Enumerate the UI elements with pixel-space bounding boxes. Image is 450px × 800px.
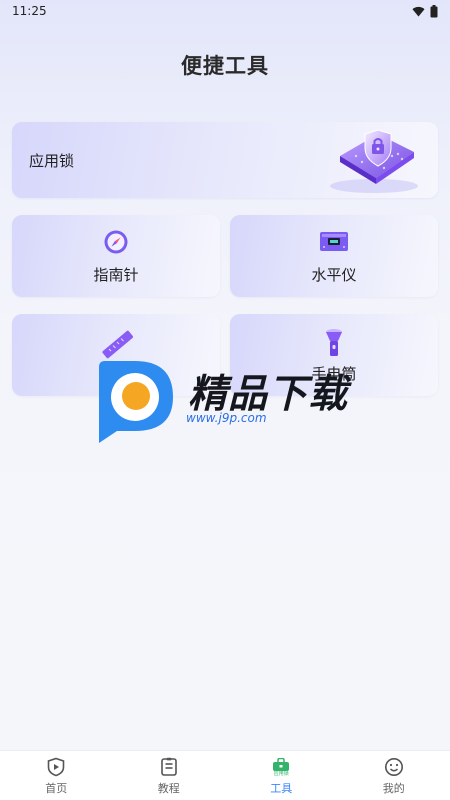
document-icon <box>159 757 179 781</box>
bottom-tab-bar: 首页 教程 应用锁 工具 我的 <box>0 750 450 800</box>
tab-label: 首页 <box>45 782 68 795</box>
status-icons <box>412 4 438 18</box>
tab-label: 我的 <box>382 782 405 795</box>
tool-card-label: 水平仪 <box>311 266 357 284</box>
status-time: 11:25 <box>12 4 47 18</box>
tool-card-level[interactable]: 水平仪 <box>230 215 438 297</box>
p-logo-icon <box>95 357 175 447</box>
tool-card-app-lock[interactable]: 应用锁 <box>12 122 438 198</box>
watermark-url: www.j9p.com <box>186 411 267 425</box>
tab-label: 教程 <box>157 782 180 795</box>
tool-card-label: 指南针 <box>93 266 139 284</box>
page-title: 便捷工具 <box>181 54 269 78</box>
tab-label: 工具 <box>270 782 293 795</box>
battery-icon <box>430 4 438 17</box>
wifi-icon <box>412 6 425 17</box>
tab-tools[interactable]: 应用锁 工具 <box>225 751 338 800</box>
play-shield-icon <box>46 757 66 781</box>
level-icon <box>319 229 349 257</box>
tab-profile[interactable]: 我的 <box>338 751 450 800</box>
tab-mini-text: 应用锁 <box>273 771 289 777</box>
tab-home[interactable]: 首页 <box>0 751 113 800</box>
smiley-icon <box>384 757 404 781</box>
compass-icon <box>103 229 129 259</box>
status-bar: 11:25 <box>0 0 450 22</box>
watermark: 精品下载 www.j9p.com <box>95 355 365 445</box>
shield-lock-icon <box>322 126 422 200</box>
tool-card-compass[interactable]: 指南针 <box>12 215 220 297</box>
tab-tutorial[interactable]: 教程 <box>113 751 226 800</box>
tool-card-label: 应用锁 <box>29 152 75 170</box>
